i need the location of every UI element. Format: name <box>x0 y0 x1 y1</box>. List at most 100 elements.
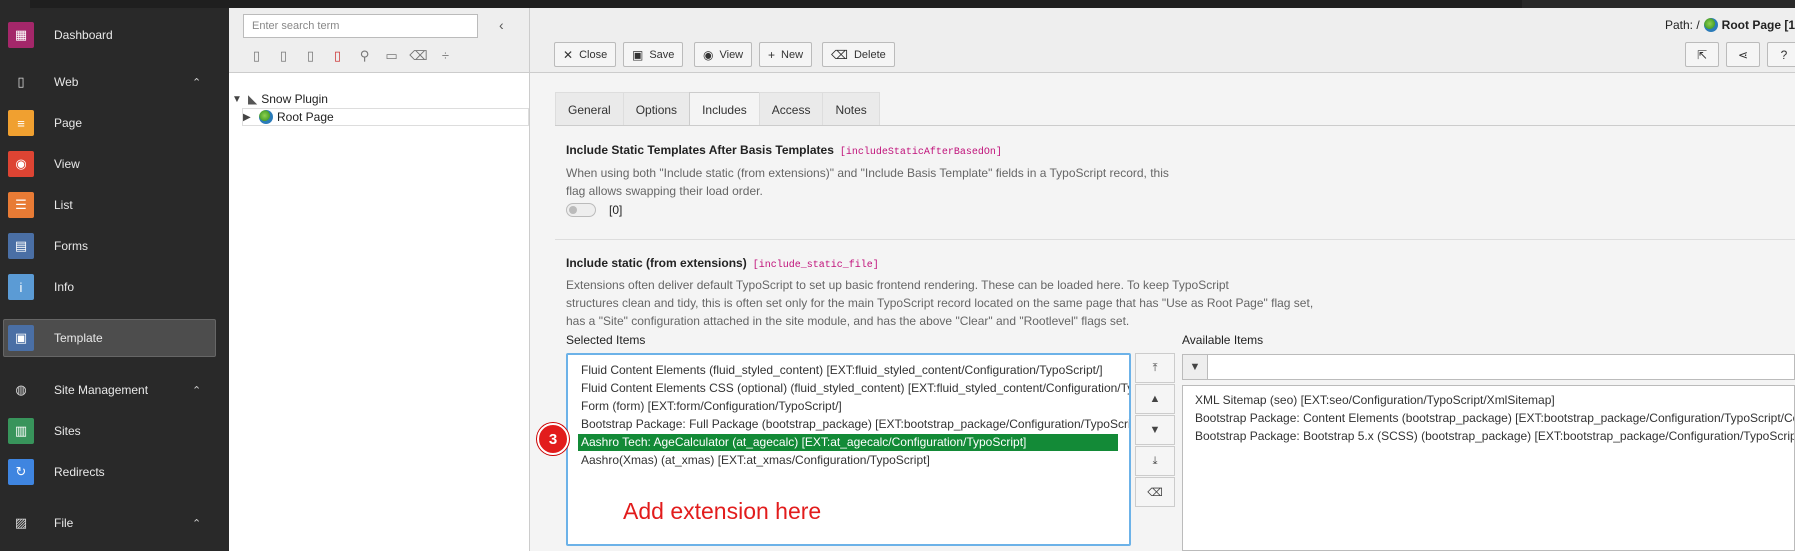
view-button[interactable]: ◉ View <box>694 42 753 67</box>
help-icon: ? <box>1780 47 1788 62</box>
module-view[interactable]: ◉ View <box>0 145 229 183</box>
move-to-top-button[interactable]: ⤒ <box>1135 353 1175 383</box>
redirect-icon: ↻ <box>8 459 34 485</box>
list-item[interactable]: Bootstrap Package: Content Elements (boo… <box>1195 410 1794 427</box>
available-items-label: Available Items <box>1182 333 1264 347</box>
help-button[interactable]: ? <box>1767 42 1795 67</box>
trash-icon[interactable]: ⌫ <box>405 48 432 66</box>
tree-search-input[interactable] <box>243 14 478 38</box>
module-info[interactable]: i Info <box>0 268 229 306</box>
move-top-icon: ⤒ <box>1152 361 1158 374</box>
field-title-include-after-basis: Include Static Templates After Basis Tem… <box>566 143 1002 158</box>
include-after-basis-toggle[interactable] <box>566 203 596 217</box>
move-down-button[interactable]: ▼ <box>1135 415 1175 445</box>
module-forms[interactable]: ▤ Forms <box>0 227 229 265</box>
open-in-new-window-button[interactable]: ⇱ <box>1685 42 1719 67</box>
chevron-up-icon: ⌃ <box>192 384 202 397</box>
page-icon: ≡ <box>8 110 34 136</box>
move-bottom-icon: ⤓ <box>1152 454 1158 467</box>
tab-bar: General Options Includes Access Notes <box>555 92 880 126</box>
globe-icon <box>1703 18 1718 32</box>
tree-node-root[interactable]: ▼ ◣ Snow Plugin <box>232 90 328 108</box>
module-group-label: File <box>54 516 74 530</box>
field-title-include-static: Include static (from extensions) [include… <box>566 256 879 271</box>
available-items-list[interactable]: XML Sitemap (seo) [EXT:seo/Configuration… <box>1182 385 1795 551</box>
share-button[interactable]: ⋖ <box>1726 42 1760 67</box>
field-description: Extensions often deliver default TypoScr… <box>566 278 1314 328</box>
image-icon: ▨ <box>14 515 28 530</box>
path-label: Path: / <box>1664 18 1700 32</box>
tree-node-root-page[interactable]: ▶ Root Page <box>242 108 529 126</box>
divider-icon[interactable]: ÷ <box>432 48 459 66</box>
available-items-filter[interactable]: ▼ <box>1182 354 1795 380</box>
list-item[interactable]: Form (form) [EXT:form/Configuration/Typo… <box>581 398 842 415</box>
remove-item-button[interactable]: ⌫ <box>1135 477 1175 507</box>
module-template[interactable]: ▣ Template <box>3 319 216 357</box>
module-label: Sites <box>54 424 81 438</box>
move-up-button[interactable]: ▲ <box>1135 384 1175 414</box>
move-to-bottom-button[interactable]: ⤓ <box>1135 446 1175 476</box>
field-description: When using both "Include static (from ex… <box>566 166 1169 198</box>
module-label: Info <box>54 280 75 294</box>
new-button[interactable]: + New <box>759 42 813 67</box>
link-icon[interactable]: ⚲ <box>351 48 378 66</box>
close-icon: ✕ <box>563 47 574 62</box>
module-label: View <box>54 157 80 171</box>
collapsed-triangle-icon[interactable]: ▶ <box>243 112 255 123</box>
chevron-up-icon: ⌃ <box>192 76 202 89</box>
plus-icon: + <box>768 47 776 62</box>
new-folder-page-icon[interactable]: ▯ <box>270 48 297 66</box>
module-dashboard[interactable]: ▦ Dashboard <box>0 16 229 54</box>
module-sites[interactable]: ▥ Sites <box>0 412 229 450</box>
list-item[interactable]: Fluid Content Elements CSS (optional) (f… <box>581 380 1129 397</box>
external-link-icon: ⇱ <box>1696 47 1708 62</box>
module-group-label: Web <box>54 75 79 89</box>
list-item[interactable]: Aashro(Xmas) (at_xmas) [EXT:at_xmas/Conf… <box>581 452 930 469</box>
file-icon: ▯ <box>17 74 25 89</box>
path-page[interactable]: Root Page [1 <box>1722 18 1795 32</box>
selected-items-label: Selected Items <box>566 333 646 347</box>
module-page[interactable]: ≡ Page <box>0 104 229 142</box>
template-icon: ▣ <box>8 325 34 351</box>
new-page-icon[interactable]: ▯ <box>243 48 270 66</box>
annotation-text: Add extension here <box>623 498 822 524</box>
list-item[interactable]: XML Sitemap (seo) [EXT:seo/Configuration… <box>1195 392 1555 409</box>
field-key: [includeStaticAfterBasedOn] <box>839 147 1002 158</box>
save-icon: ▣ <box>632 47 644 62</box>
forms-icon: ▤ <box>8 233 34 259</box>
list-item-selected[interactable]: Aashro Tech: AgeCalculator (at_agecalc) … <box>578 434 1118 451</box>
field-separator <box>555 239 1795 240</box>
module-group-file[interactable]: ▨ File ⌃ <box>0 504 229 542</box>
tree-node-label: Root Page <box>277 110 334 124</box>
new-shortcut-page-icon[interactable]: ▯ <box>324 48 351 66</box>
filter-icon: ▼ <box>1183 355 1208 379</box>
tab-underline <box>555 125 1795 126</box>
tab-options[interactable]: Options <box>622 92 691 126</box>
tab-notes[interactable]: Notes <box>822 92 880 126</box>
list-item[interactable]: Bootstrap Package: Bootstrap 5.x (SCSS) … <box>1195 428 1794 445</box>
module-label: Dashboard <box>54 28 113 42</box>
save-button[interactable]: ▣ Save <box>623 42 684 67</box>
list-item[interactable]: Fluid Content Elements (fluid_styled_con… <box>581 362 1103 379</box>
chevron-left-icon[interactable]: ‹ <box>499 17 504 33</box>
close-button[interactable]: ✕ Close <box>554 42 617 67</box>
list-item[interactable]: Bootstrap Package: Full Package (bootstr… <box>581 416 1129 433</box>
page-tree: ‹ ▯ ▯ ▯ ▯ ⚲ ▭ ⌫ ÷ ⋮ ▼ ◣ Snow Plugin ▶ Ro… <box>229 8 542 551</box>
module-list[interactable]: ☰ List <box>0 186 229 224</box>
typo3-logo-icon: ◣ <box>248 92 258 106</box>
expanded-triangle-icon[interactable]: ▼ <box>232 94 244 105</box>
folder-icon[interactable]: ▭ <box>378 48 405 66</box>
module-group-site-management[interactable]: ◍ Site Management ⌃ <box>0 371 229 409</box>
new-link-page-icon[interactable]: ▯ <box>297 48 324 66</box>
tab-includes[interactable]: Includes <box>689 92 760 126</box>
module-group-web[interactable]: ▯ Web ⌃ <box>0 63 229 101</box>
chevron-up-icon: ⌃ <box>192 517 202 530</box>
top-scrollbar[interactable] <box>30 0 1522 8</box>
module-label: List <box>54 198 73 212</box>
module-label: Redirects <box>54 465 105 479</box>
tab-general[interactable]: General <box>555 92 624 126</box>
delete-button[interactable]: ⌫ Delete <box>822 42 895 67</box>
top-bar <box>0 0 1795 8</box>
tab-access[interactable]: Access <box>758 92 824 126</box>
module-redirects[interactable]: ↻ Redirects <box>0 453 229 491</box>
